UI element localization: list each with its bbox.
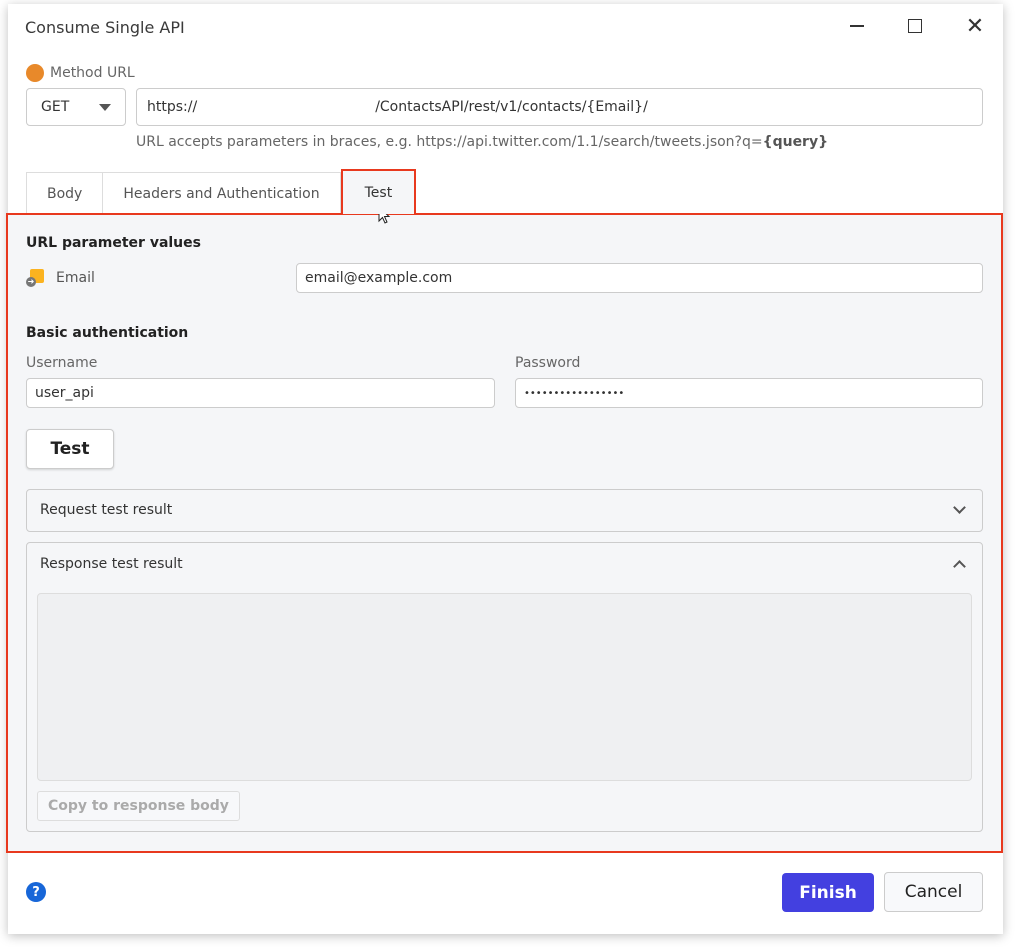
test-panel: URL parameter values ➜ Email email@examp… (6, 213, 1003, 853)
method-select[interactable]: GET (26, 88, 126, 126)
basic-auth-heading: Basic authentication (26, 325, 189, 341)
help-icon[interactable]: ? (26, 882, 46, 902)
request-result-label: Request test result (40, 502, 173, 518)
status-dot-icon (26, 64, 44, 82)
maximize-button[interactable] (900, 12, 930, 40)
method-url-label: Method URL (50, 65, 135, 81)
copy-to-response-body-button[interactable]: Copy to response body (37, 791, 240, 821)
consume-api-dialog: Consume Single API ✕ Method URL GET http… (6, 4, 1003, 934)
dialog-title: Consume Single API (25, 18, 185, 37)
url-input[interactable]: https:// /ContactsAPI/rest/v1/contacts/{… (136, 88, 983, 126)
url-hint-text: URL accepts parameters in braces, e.g. h… (136, 134, 763, 150)
url-hint-param: {query} (762, 134, 829, 150)
password-input[interactable]: ••••••••••••••••• (515, 378, 983, 408)
username-input[interactable]: user_api (26, 378, 495, 408)
close-button[interactable]: ✕ (960, 12, 990, 40)
url-params-heading: URL parameter values (26, 235, 201, 251)
response-result-accordion: Response test result Copy to response bo… (26, 542, 983, 832)
caret-down-icon (99, 103, 111, 111)
cancel-button[interactable]: Cancel (884, 872, 983, 912)
minimize-button[interactable] (842, 12, 872, 40)
tab-headers-authentication[interactable]: Headers and Authentication (103, 172, 341, 214)
chevron-up-icon (953, 560, 966, 573)
finish-button[interactable]: Finish (782, 873, 874, 912)
parameter-icon: ➜ (26, 269, 44, 287)
password-label: Password (515, 355, 581, 371)
minimize-icon (850, 25, 864, 27)
response-result-label: Response test result (40, 556, 183, 572)
email-param-input[interactable]: email@example.com (296, 263, 983, 293)
method-value: GET (41, 99, 70, 115)
response-body-area[interactable] (37, 593, 972, 781)
tab-bar: Body Headers and Authentication Test (26, 169, 417, 214)
username-label: Username (26, 355, 98, 371)
chevron-down-icon (953, 501, 966, 514)
response-result-header[interactable]: Response test result (27, 543, 982, 585)
param-row-email: ➜ Email (26, 269, 95, 287)
request-result-header[interactable]: Request test result (27, 490, 982, 530)
maximize-icon (908, 19, 922, 33)
url-hint: URL accepts parameters in braces, e.g. h… (136, 134, 828, 150)
method-url-label-row: Method URL (26, 64, 135, 82)
param-name: Email (56, 270, 95, 286)
tab-body[interactable]: Body (26, 172, 104, 214)
close-icon: ✕ (965, 13, 985, 39)
request-result-accordion: Request test result (26, 489, 983, 532)
test-button[interactable]: Test (26, 429, 114, 469)
tab-test[interactable]: Test (340, 169, 417, 214)
